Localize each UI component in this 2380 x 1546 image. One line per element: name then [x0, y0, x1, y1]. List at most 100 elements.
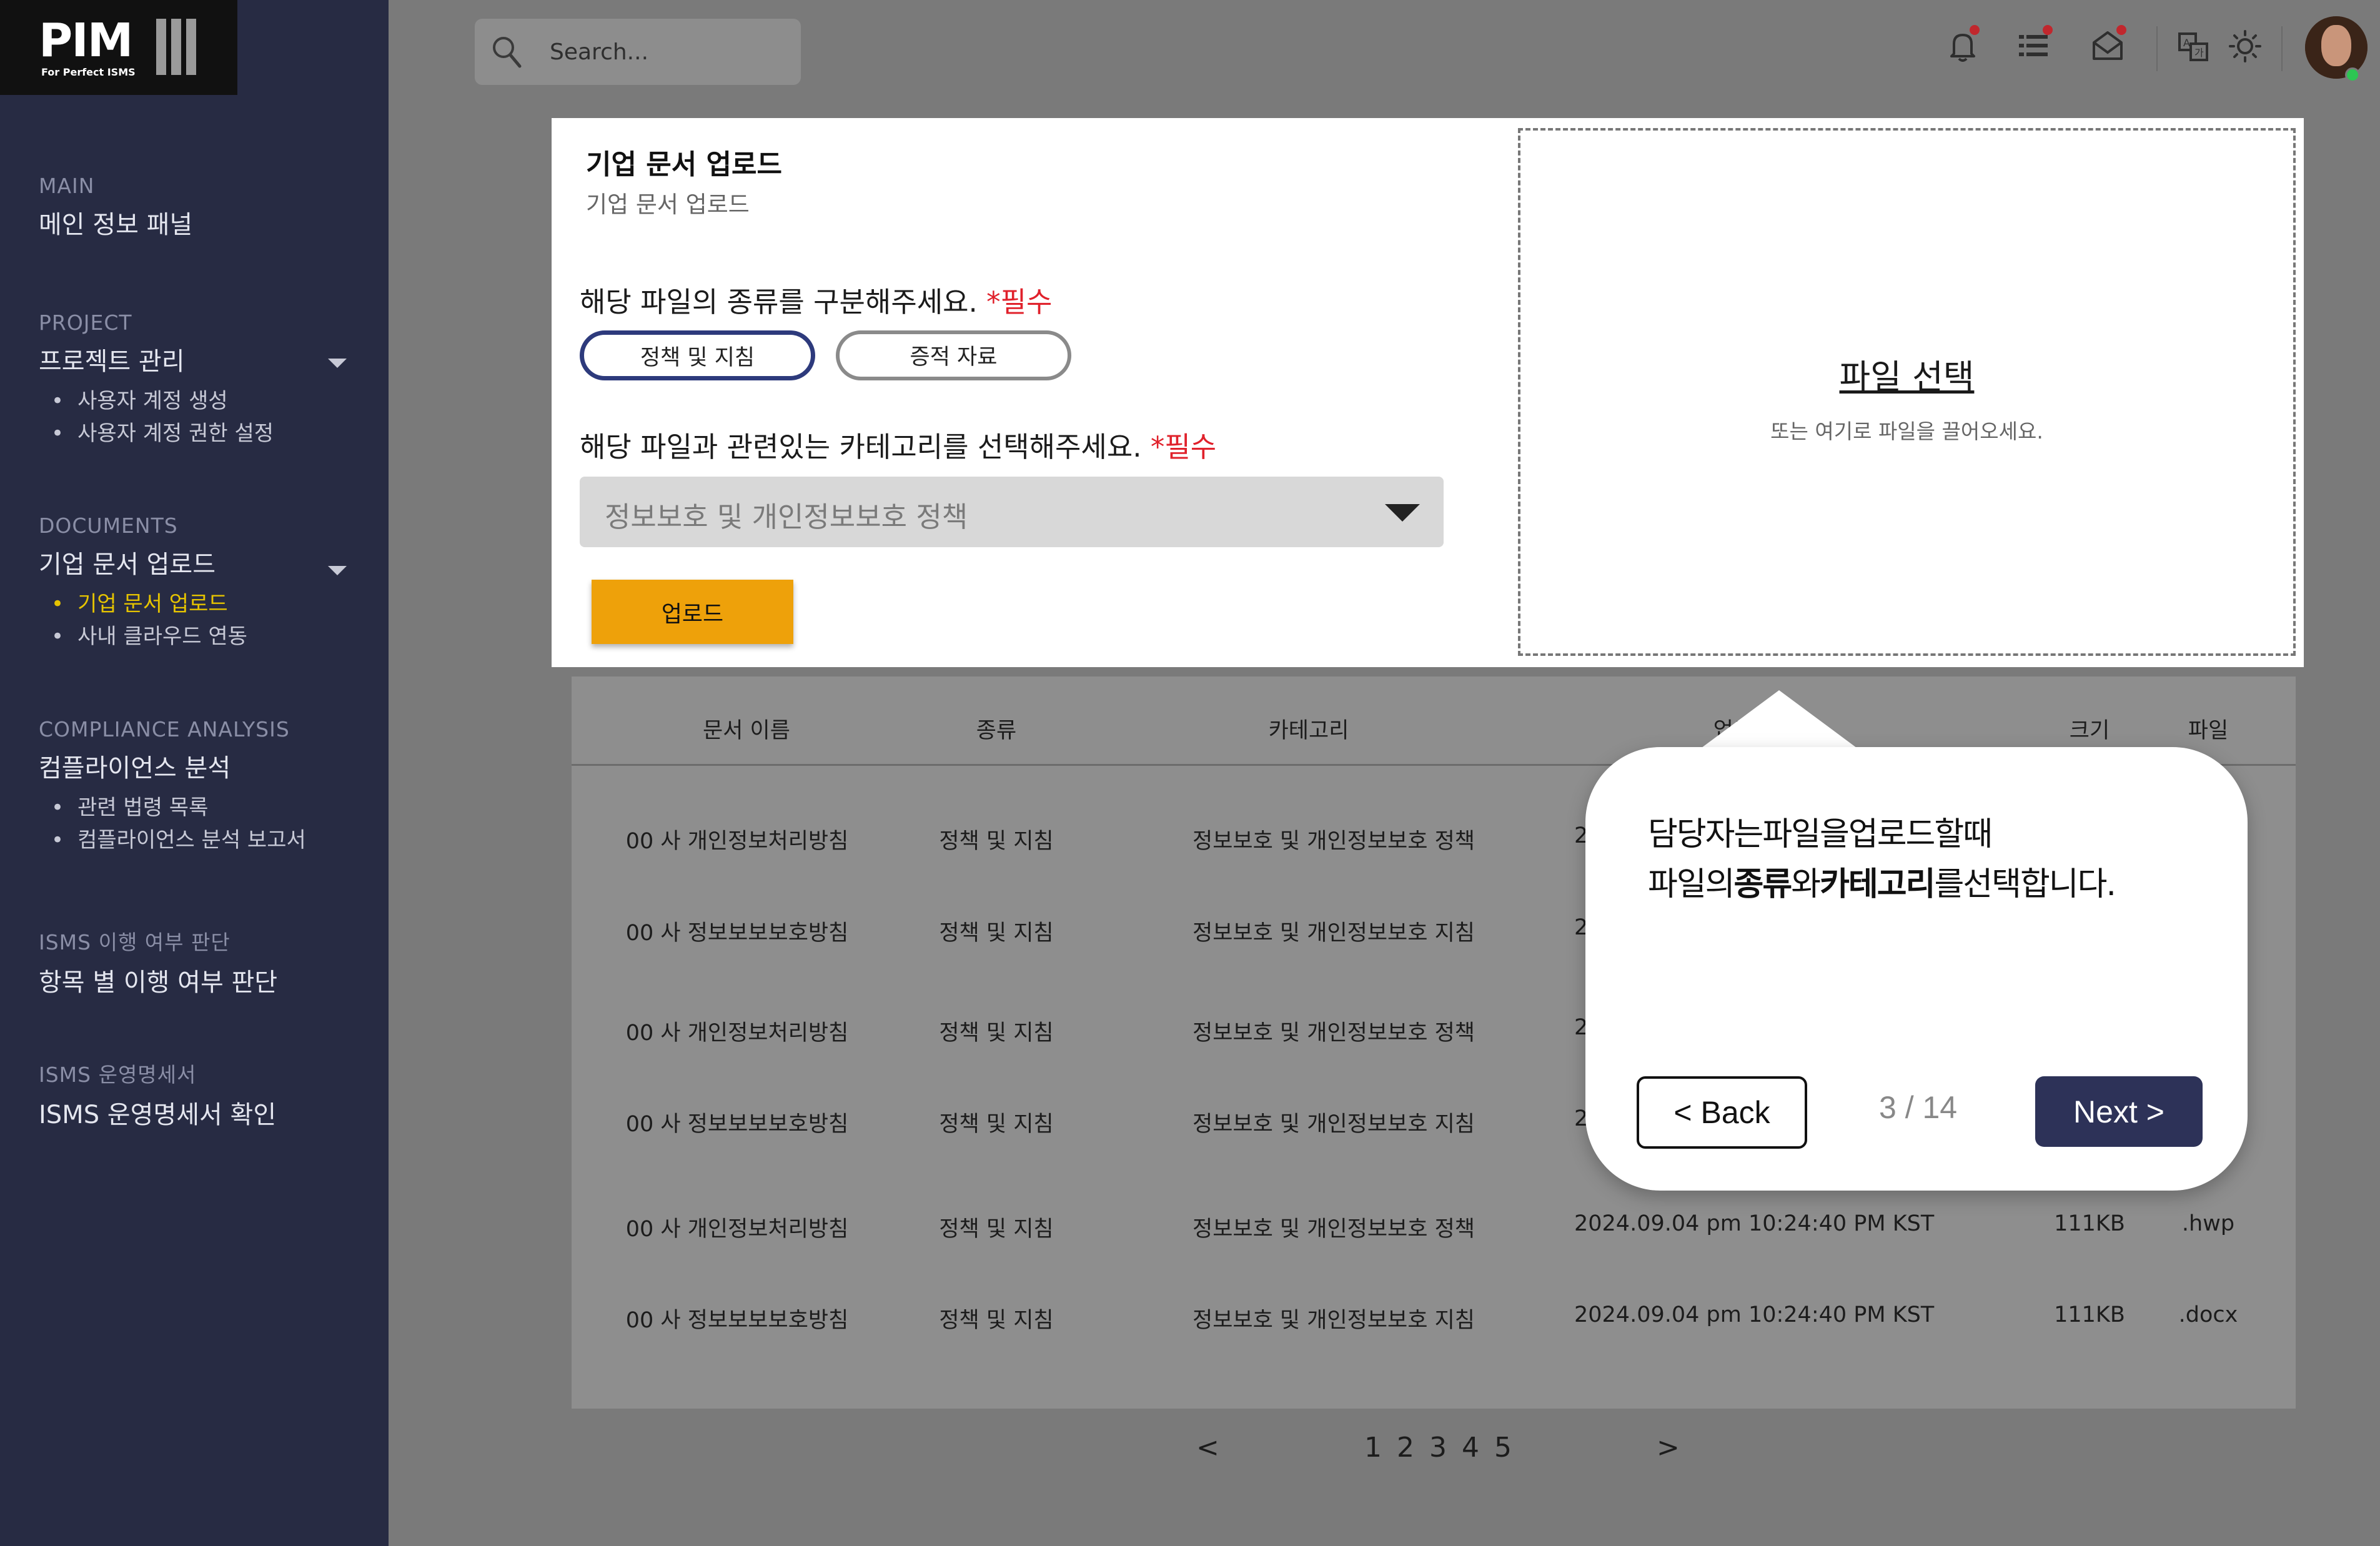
triangle-down-icon	[1385, 504, 1420, 522]
translate-icon[interactable]: A 가	[2171, 24, 2216, 69]
required-mark: *필수	[986, 285, 1053, 319]
nav-item-compliance-analysis[interactable]: 컴플라이언스 분석	[39, 748, 306, 784]
sun-icon[interactable]	[2223, 24, 2268, 69]
table-row[interactable]: 00 사 정보보보보호방침 정책 및 지침 정보보호 및 개인정보보호 지침 2024…	[572, 1290, 2296, 1346]
tour-text-line2: 파일의종류와카테고리를선택합니다.	[1648, 866, 2116, 903]
nav-category: PROJECT	[39, 310, 132, 335]
nav-category: ISMS 이행 여부 판단	[39, 930, 231, 954]
nav-group-isms-check: ISMS 이행 여부 판단 항목 별 이행 여부 판단	[39, 926, 277, 998]
cell-type: 정책 및 지침	[939, 1112, 1054, 1137]
cell-type: 정책 및 지침	[939, 1308, 1054, 1333]
pagination-page-2[interactable]: 2	[1397, 1432, 1414, 1464]
upload-button[interactable]: 업로드	[592, 580, 793, 644]
logo-tagline: For Perfect ISMS	[41, 66, 136, 78]
pagination-page-4[interactable]: 4	[1462, 1432, 1479, 1464]
nav-item-main-panel[interactable]: 메인 정보 패널	[39, 204, 192, 240]
cell-document-name: 00 사 개인정보처리방침	[625, 1021, 849, 1046]
search-input[interactable]	[550, 36, 787, 67]
search-icon	[493, 37, 522, 68]
header-divider	[2281, 26, 2283, 71]
nav-item-project-management[interactable]: 프로젝트 관리	[39, 341, 274, 377]
pagination-prev[interactable]: <	[1196, 1432, 1219, 1464]
column-header-size[interactable]: 크기	[2052, 713, 2127, 745]
file-select-link[interactable]: 파일 선택	[1520, 349, 2293, 399]
card-title: 기업 문서 업로드	[586, 149, 782, 181]
type-option-policy[interactable]: 정책 및 지침	[580, 330, 815, 380]
nav-subitem-account-permissions[interactable]: 사용자 계정 권한 설정	[51, 417, 274, 450]
nav-subitem-document-upload[interactable]: 기업 문서 업로드	[51, 588, 247, 620]
file-dropzone[interactable]: 파일 선택 또는 여기로 파일을 끌어오세요.	[1518, 128, 2296, 656]
nav-group-project: PROJECT 프로젝트 관리 사용자 계정 생성 사용자 계정 권한 설정	[39, 310, 274, 450]
notification-dot	[2116, 25, 2126, 35]
notification-dot	[2043, 25, 2053, 35]
upload-card: 기업 문서 업로드 기업 문서 업로드 해당 파일의 종류를 구분해주세요. *…	[552, 118, 2304, 667]
cell-document-name: 00 사 정보보보보호방침	[625, 921, 849, 946]
cell-file-ext: .docx	[2178, 1302, 2238, 1327]
category-question: 해당 파일과 관련있는 카테고리를 선택해주세요. *필수	[580, 424, 1216, 465]
table-row[interactable]: 00 사 개인정보처리방침 정책 및 지침 정보보호 및 개인정보보호 정책 2024…	[572, 1199, 2296, 1255]
cell-upload-date: 2024.09.04 pm 10:24:40 PM KST	[1574, 1211, 1935, 1236]
nav-item-document-upload[interactable]: 기업 문서 업로드	[39, 544, 247, 580]
nav-group-main: MAIN 메인 정보 패널	[39, 174, 192, 240]
category-select[interactable]: 정보보호 및 개인정보보호 정책	[580, 477, 1444, 547]
column-header-category[interactable]: 카테고리	[1252, 713, 1365, 745]
pagination-page-3[interactable]: 3	[1429, 1432, 1447, 1464]
sidebar: PIM For Perfect ISMS MAIN 메인 정보 패널 PROJE…	[0, 0, 389, 1546]
cell-category: 정보보호 및 개인정보보호 정책	[1192, 829, 1475, 854]
dropzone-hint: 또는 여기로 파일을 끌어오세요.	[1770, 419, 2043, 443]
nav-subitem-create-account[interactable]: 사용자 계정 생성	[51, 385, 274, 417]
pagination-next[interactable]: >	[1657, 1432, 1680, 1464]
column-header-file[interactable]: 파일	[2171, 713, 2246, 745]
file-type-question: 해당 파일의 종류를 구분해주세요. *필수	[580, 279, 1052, 320]
nav-subitem-compliance-report[interactable]: 컴플라이언스 분석 보고서	[51, 824, 306, 856]
pagination-page-5[interactable]: 5	[1494, 1432, 1512, 1464]
pagination-page-1[interactable]: 1	[1364, 1432, 1382, 1464]
nav-item-isms-check[interactable]: 항목 별 이행 여부 판단	[39, 962, 277, 998]
chevron-down-icon[interactable]	[328, 359, 347, 368]
nav-category: MAIN	[39, 174, 95, 198]
header-divider	[2156, 26, 2158, 71]
required-mark: *필수	[1150, 430, 1217, 463]
nav-group-isms-spec: ISMS 운영명세서 ISMS 운영명세서 확인	[39, 1058, 276, 1131]
notification-dot	[1970, 25, 1980, 35]
nav-subitem-laws-list[interactable]: 관련 법령 목록	[51, 791, 306, 824]
category-question-text: 해당 파일과 관련있는 카테고리를 선택해주세요.	[580, 430, 1142, 463]
cell-document-name: 00 사 정보보보보호방침	[625, 1112, 849, 1137]
logo-wordmark: PIM	[39, 14, 133, 67]
nav-group-documents: DOCUMENTS 기업 문서 업로드 기업 문서 업로드 사내 클라우드 연동	[39, 513, 247, 653]
nav-item-isms-spec[interactable]: ISMS 운영명세서 확인	[39, 1094, 276, 1131]
cell-size: 111KB	[2054, 1302, 2125, 1327]
card-subtitle: 기업 문서 업로드	[586, 191, 750, 218]
column-header-name[interactable]: 문서 이름	[665, 713, 828, 745]
cell-category: 정보보호 및 개인정보보호 지침	[1192, 921, 1475, 946]
cell-upload-date: 2024.09.04 pm 10:24:40 PM KST	[1574, 1302, 1935, 1327]
cell-document-name: 00 사 정보보보보호방침	[625, 1308, 849, 1333]
type-option-evidence[interactable]: 증적 자료	[836, 330, 1071, 380]
svg-text:가: 가	[2194, 47, 2204, 59]
nav-group-compliance: COMPLIANCE ANALYSIS 컴플라이언스 분석 관련 법령 목록 컴…	[39, 717, 306, 856]
cell-document-name: 00 사 개인정보처리방침	[625, 1217, 849, 1242]
nav-subitem-cloud-sync[interactable]: 사내 클라우드 연동	[51, 620, 247, 653]
cell-category: 정보보호 및 개인정보보호 지침	[1192, 1308, 1475, 1333]
tour-back-button[interactable]: < Back	[1637, 1076, 1807, 1149]
file-type-question-text: 해당 파일의 종류를 구분해주세요.	[580, 285, 978, 319]
nav-category: ISMS 운영명세서	[39, 1063, 197, 1087]
cell-type: 정책 및 지침	[939, 829, 1054, 854]
search-bar[interactable]	[475, 19, 801, 85]
cell-category: 정보보호 및 개인정보보호 지침	[1192, 1112, 1475, 1137]
avatar[interactable]	[2305, 16, 2368, 79]
column-header-type[interactable]: 종류	[946, 713, 1046, 745]
cell-file-ext: .hwp	[2181, 1211, 2235, 1236]
tour-step-counter: 3 / 14	[1879, 1090, 1958, 1125]
chevron-down-icon[interactable]	[328, 566, 347, 575]
cell-document-name: 00 사 개인정보처리방침	[625, 829, 849, 854]
online-status-dot	[2345, 67, 2360, 82]
cell-type: 정책 및 지침	[939, 921, 1054, 946]
nav-category: DOCUMENTS	[39, 513, 178, 538]
cell-type: 정책 및 지침	[939, 1217, 1054, 1242]
logo[interactable]: PIM For Perfect ISMS	[0, 0, 237, 95]
tour-next-button[interactable]: Next >	[2035, 1076, 2203, 1147]
tour-text-line1: 담당자는파일을업로드할때	[1648, 816, 1993, 853]
tooltip-pointer	[1699, 690, 1859, 750]
tour-text: 담당자는파일을업로드할때 파일의종류와카테고리를선택합니다.	[1648, 810, 2116, 909]
